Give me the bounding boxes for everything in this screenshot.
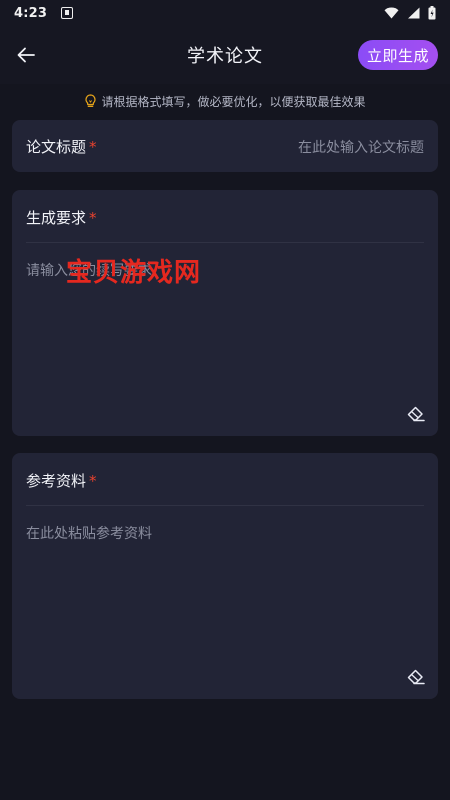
back-button[interactable]	[12, 41, 40, 69]
references-field-card: 参考资料 * 在此处粘贴参考资料	[12, 453, 438, 699]
app-bar: 学术论文 立即生成	[0, 26, 450, 84]
title-field-card: 论文标题 * 在此处输入论文标题	[12, 120, 438, 172]
status-icons	[384, 6, 436, 20]
references-field-label: 参考资料 *	[26, 472, 97, 490]
required-mark: *	[89, 209, 97, 227]
required-mark: *	[89, 472, 97, 490]
format-tip: 请根据格式填写，做必要优化，以便获取最佳效果	[0, 84, 450, 118]
signal-icon	[408, 7, 420, 19]
notification-icon	[61, 7, 74, 19]
battery-icon	[428, 6, 436, 20]
back-arrow-icon	[17, 47, 35, 63]
tip-text: 请根据格式填写，做必要优化，以便获取最佳效果	[101, 94, 366, 109]
status-time: 4:23	[14, 5, 48, 21]
requirements-field-card: 生成要求 * 请输入您的续写要求	[12, 190, 438, 436]
divider	[26, 242, 424, 243]
status-bar: 4:23	[0, 0, 450, 26]
eraser-icon[interactable]	[406, 669, 426, 685]
generate-button[interactable]: 立即生成	[357, 40, 438, 70]
requirements-textarea[interactable]: 请输入您的续写要求	[26, 260, 152, 280]
requirements-field-label: 生成要求 *	[26, 209, 97, 227]
page-title: 学术论文	[187, 46, 263, 67]
required-mark: *	[89, 138, 97, 156]
title-field-label: 论文标题 *	[26, 138, 97, 156]
divider	[26, 505, 424, 506]
references-textarea[interactable]: 在此处粘贴参考资料	[26, 523, 152, 543]
lightbulb-icon	[84, 94, 97, 108]
wifi-icon	[384, 7, 399, 19]
title-input[interactable]: 在此处输入论文标题	[298, 137, 424, 157]
eraser-icon[interactable]	[406, 406, 426, 422]
